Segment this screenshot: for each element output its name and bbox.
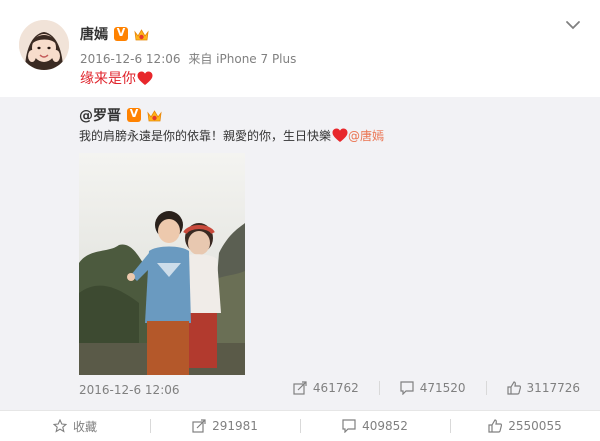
- original-repost-count[interactable]: 461762: [293, 381, 359, 395]
- comment-count-label: 471520: [419, 381, 466, 395]
- star-icon: [52, 419, 67, 433]
- weibo-card: 唐嫣 2016-12-6 12:06 来自 iPhone 7 Plus 缘来是你…: [0, 0, 600, 441]
- repost-icon: [192, 419, 206, 433]
- divider: [378, 381, 380, 395]
- original-author-row: @罗晋: [79, 106, 163, 124]
- favorite-button[interactable]: 收藏: [0, 411, 150, 441]
- post-photo[interactable]: [79, 153, 245, 375]
- verified-v-icon: [114, 26, 128, 41]
- heart-icon: [332, 128, 348, 143]
- original-comment-count[interactable]: 471520: [400, 381, 466, 395]
- post-source: iPhone 7 Plus: [216, 52, 297, 66]
- member-crown-icon[interactable]: [133, 27, 150, 42]
- author-row: 唐嫣: [80, 24, 150, 44]
- original-timestamp[interactable]: 2016-12-6 12:06: [79, 383, 180, 397]
- comment-button[interactable]: 409852: [300, 411, 450, 441]
- repost-button[interactable]: 291981: [150, 411, 300, 441]
- like-button[interactable]: 2550055: [450, 411, 600, 441]
- action-bar: 收藏 291981 409852 2550055: [0, 410, 600, 441]
- repost-label: 291981: [212, 419, 258, 433]
- mention-link[interactable]: @唐嫣: [348, 127, 384, 144]
- heart-icon: [137, 71, 153, 86]
- like-icon: [488, 419, 503, 433]
- like-count-label: 3117726: [526, 381, 580, 395]
- avatar[interactable]: [19, 20, 69, 70]
- post-meta: 2016-12-6 12:06 来自 iPhone 7 Plus: [80, 50, 296, 67]
- comment-icon: [342, 419, 356, 433]
- original-text: 我的肩膀永遠是你的依靠！親愛的你，生日快樂 @唐嫣: [79, 127, 384, 144]
- favorite-label: 收藏: [72, 419, 97, 434]
- like-icon: [506, 381, 521, 395]
- verified-v-icon: [127, 107, 141, 122]
- original-author[interactable]: @罗晋: [79, 105, 121, 125]
- member-crown-icon[interactable]: [146, 108, 163, 123]
- repost-count-label: 461762: [312, 381, 359, 395]
- repost-block: @罗晋 我的肩膀永遠是你的依靠！親愛的你，生日快樂 @唐嫣: [0, 97, 600, 410]
- author-name[interactable]: 唐嫣: [80, 24, 108, 44]
- post-timestamp[interactable]: 2016-12-6 12:06: [80, 52, 181, 66]
- post-text-content: 缘来是你: [80, 71, 136, 87]
- chevron-down-icon[interactable]: [565, 19, 581, 31]
- comment-icon: [400, 381, 414, 395]
- like-label: 2550055: [508, 419, 562, 433]
- original-like-count[interactable]: 3117726: [506, 381, 580, 395]
- comment-label: 409852: [362, 419, 408, 433]
- source-prefix: 来自: [188, 52, 213, 66]
- repost-icon: [293, 381, 307, 395]
- divider: [485, 381, 487, 395]
- original-text-content: 我的肩膀永遠是你的依靠！親愛的你，生日快樂: [79, 129, 332, 143]
- original-stats: 461762 471520 3117726: [273, 381, 580, 395]
- post-text: 缘来是你: [80, 68, 153, 88]
